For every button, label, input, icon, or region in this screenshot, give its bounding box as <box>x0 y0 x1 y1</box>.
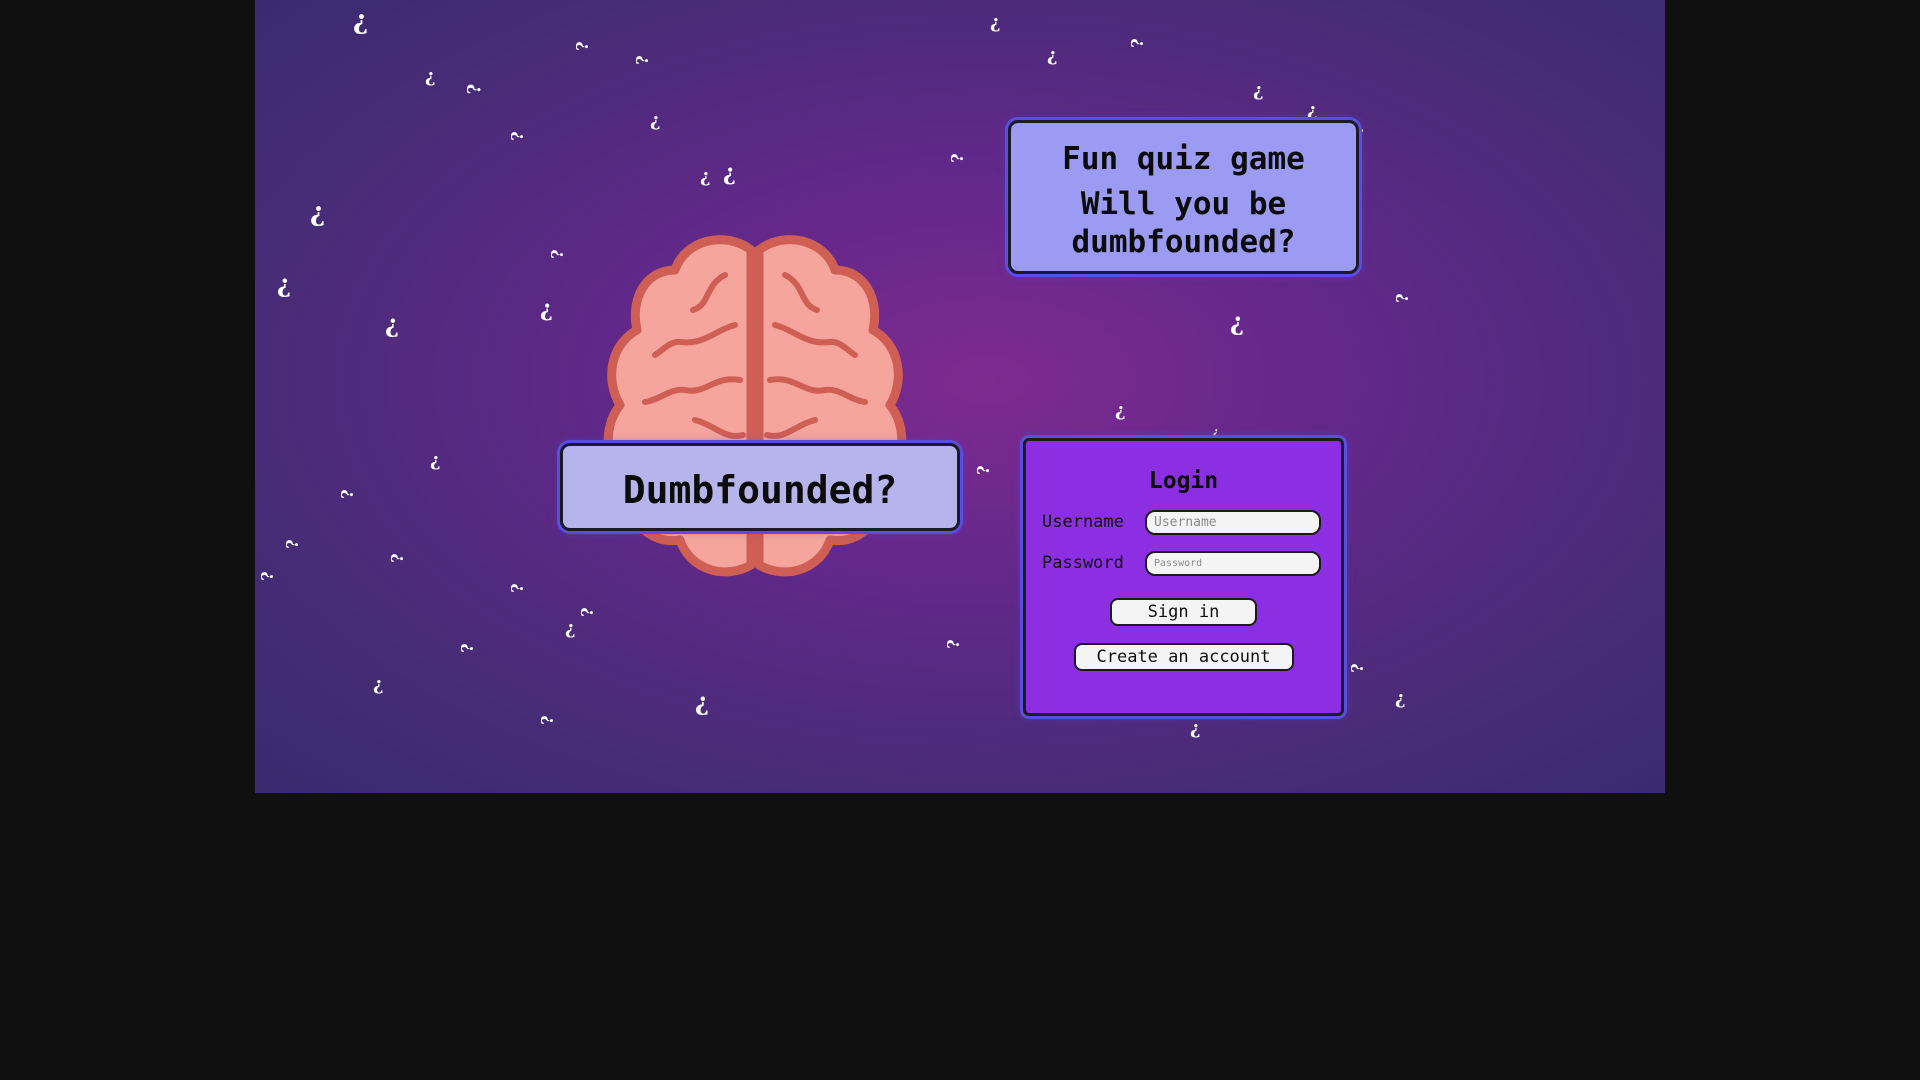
create-account-button[interactable]: Create an account <box>1073 643 1294 671</box>
question-mark-icon: ¿ <box>373 674 384 695</box>
question-mark-icon: ¿ <box>1047 45 1058 66</box>
question-mark-icon: ¿ <box>575 41 595 51</box>
question-mark-icon: ¿ <box>385 309 400 338</box>
question-mark-icon: ¿ <box>946 639 966 649</box>
question-mark-icon: ¿ <box>1130 38 1150 48</box>
username-input[interactable] <box>1145 509 1321 535</box>
question-mark-icon: ¿ <box>1307 100 1318 121</box>
game-background: ¿ ¿ ¿ ¿ ¿ ¿ ¿ ¿ ¿ ¿ ¿ ¿ ¿ ¿ ¿ ¿ ¿ ¿ ¿ ¿ ¿ ¿ ¿ ¿ ¿ ¿ ¿ ¿ ¿ ¿ ¿ ¿ ¿ ¿ ¿ ¿ ¿ ¿ ¿ ¿… <box>255 0 1665 793</box>
question-mark-icon: ¿ <box>1395 293 1415 303</box>
question-mark-icon: ¿ <box>390 553 410 563</box>
question-mark-icon: ¿ <box>353 6 369 36</box>
question-mark-icon: ¿ <box>1395 688 1406 709</box>
question-mark-icon: ¿ <box>277 269 292 298</box>
login-panel: Login Username Password Sign in Create a… <box>1023 438 1344 716</box>
question-mark-icon: ¿ <box>430 450 441 471</box>
sign-in-button[interactable]: Sign in <box>1110 598 1257 626</box>
title-card: Dumbfounded? <box>560 443 960 531</box>
question-mark-icon: ¿ <box>460 643 480 653</box>
password-row: Password <box>1042 549 1321 577</box>
question-mark-icon: ¿ <box>540 715 560 725</box>
question-mark-icon: ¿ <box>650 110 661 131</box>
question-mark-icon: ¿ <box>285 539 305 549</box>
question-mark-icon: ¿ <box>550 249 570 259</box>
question-mark-icon: ¿ <box>565 618 576 639</box>
question-mark-icon: ¿ <box>976 465 996 475</box>
question-mark-icon: ¿ <box>695 687 710 716</box>
question-mark-icon: ¿ <box>260 571 280 581</box>
brain-icon <box>603 235 907 577</box>
question-mark-icon: ¿ <box>990 12 1001 33</box>
question-mark-icon: ¿ <box>310 198 326 228</box>
username-row: Username <box>1042 508 1321 536</box>
question-mark-icon: ¿ <box>340 489 360 499</box>
tagline-line-3: dumbfounded? <box>1071 224 1296 260</box>
question-mark-icon: ¿ <box>950 153 970 163</box>
tagline-line-2: Will you be <box>1080 186 1287 222</box>
login-heading: Login <box>1148 468 1219 494</box>
question-mark-icon: ¿ <box>510 583 530 593</box>
username-label: Username <box>1042 512 1124 532</box>
password-label: Password <box>1042 553 1124 573</box>
question-mark-icon: ¿ <box>1350 663 1370 673</box>
question-mark-icon: ¿ <box>1115 400 1126 421</box>
question-mark-icon: ¿ <box>1213 427 1219 438</box>
question-mark-icon: ¿ <box>1190 718 1201 739</box>
question-mark-icon: ¿ <box>1230 307 1245 336</box>
tagline-line-1: Fun quiz game <box>1062 141 1305 177</box>
question-mark-icon: ¿ <box>723 160 736 186</box>
tagline-card: Fun quiz game Will you be dumbfounded? <box>1008 120 1359 274</box>
question-mark-icon: ¿ <box>510 131 530 141</box>
question-mark-icon: ¿ <box>465 83 487 95</box>
question-mark-icon: ¿ <box>425 66 436 87</box>
question-mark-icon: ¿ <box>540 296 553 322</box>
question-mark-icon: ¿ <box>635 55 655 65</box>
question-mark-icon: ¿ <box>700 166 711 187</box>
password-input[interactable] <box>1145 550 1321 576</box>
game-title: Dumbfounded? <box>622 468 898 512</box>
question-mark-icon: ¿ <box>1253 80 1264 101</box>
